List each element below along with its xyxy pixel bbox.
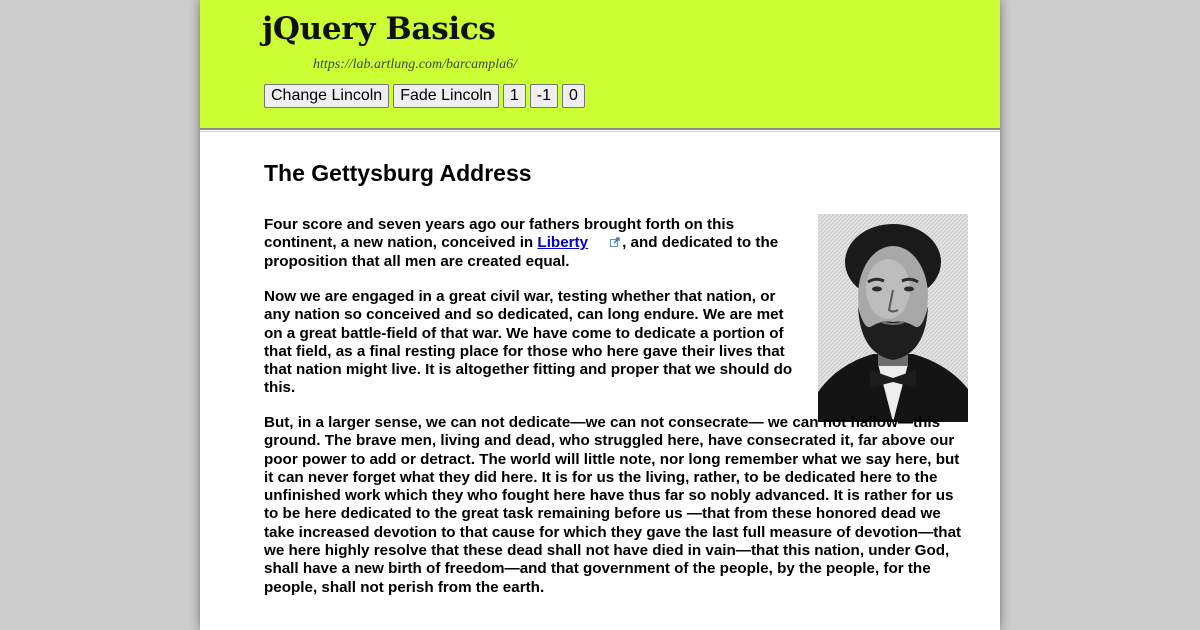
fade-lincoln-button[interactable]: Fade Lincoln bbox=[393, 84, 499, 108]
paragraph-2: Now we are engaged in a great civil war,… bbox=[264, 288, 793, 397]
site-header: jQuery Basics https://lab.artlung.com/ba… bbox=[200, 0, 1000, 132]
site-url: https://lab.artlung.com/barcampla6/ bbox=[313, 57, 518, 72]
paragraph-1: Four score and seven years ago our fathe… bbox=[264, 216, 796, 271]
external-link-icon bbox=[610, 234, 620, 248]
portrait-image bbox=[818, 214, 968, 422]
paragraph-3: But, in a larger sense, we can not dedic… bbox=[264, 414, 962, 596]
liberty-link[interactable]: Liberty bbox=[537, 234, 588, 251]
change-lincoln-button[interactable]: Change Lincoln bbox=[264, 84, 390, 108]
page: jQuery Basics https://lab.artlung.com/ba… bbox=[200, 0, 1000, 630]
plus-one-button[interactable]: 1 bbox=[502, 84, 526, 108]
lincoln-portrait bbox=[818, 214, 968, 422]
site-title: jQuery Basics bbox=[262, 11, 496, 47]
minus-one-button[interactable]: -1 bbox=[529, 84, 558, 108]
zero-button[interactable]: 0 bbox=[561, 84, 585, 108]
article-title: The Gettysburg Address bbox=[264, 160, 532, 186]
controls-toolbar: Change Lincoln Fade Lincoln 1 -1 0 bbox=[264, 84, 585, 108]
article: The Gettysburg Address Four score and se… bbox=[264, 160, 970, 596]
